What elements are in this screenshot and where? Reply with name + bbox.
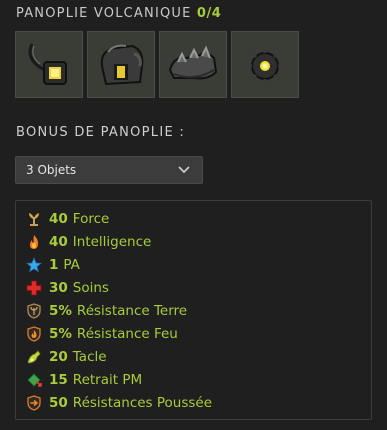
- item-slot-amulet[interactable]: [15, 31, 83, 98]
- ap-star-icon: [26, 257, 42, 273]
- stat-row-soins: 30 Soins: [26, 277, 109, 299]
- panoply-count: 0/4: [196, 6, 222, 21]
- stat-label: Résistances Poussée: [72, 395, 213, 411]
- stat-value: 20: [49, 349, 68, 365]
- chevron-down-icon: [178, 166, 190, 174]
- stat-value: 5%: [49, 303, 72, 319]
- stat-row-pa: 1 PA: [26, 254, 80, 276]
- item-slot-backpack[interactable]: [87, 31, 155, 98]
- stat-row-res-feu: 5% Résistance Feu: [26, 323, 178, 345]
- panoply-items: [15, 31, 299, 98]
- stat-value: 40: [49, 211, 68, 227]
- panoply-name: PANOPLIE VOLCANIQUE: [16, 6, 192, 21]
- stat-value: 1: [49, 257, 59, 273]
- stat-label: Retrait PM: [72, 372, 143, 388]
- mp-removal-icon: [27, 373, 42, 387]
- lock-icon: [27, 350, 41, 364]
- stat-value: 50: [49, 395, 68, 411]
- item-slot-belt[interactable]: [231, 31, 299, 98]
- intelligence-icon: [30, 235, 39, 249]
- boots-icon: [168, 45, 218, 79]
- stat-row-res-poussee: 50 Résistances Poussée: [26, 392, 212, 414]
- stat-label: Résistance Terre: [76, 303, 188, 319]
- stat-label: Tacle: [72, 349, 107, 365]
- bonus-label: BONUS DE PANOPLIE :: [16, 125, 186, 140]
- bonus-tier-value: 3 Objets: [26, 163, 77, 177]
- stat-value: 5%: [49, 326, 72, 342]
- stat-label: Force: [72, 211, 110, 227]
- bonus-tier-select[interactable]: 3 Objets: [15, 156, 203, 184]
- stat-label: Intelligence: [72, 234, 152, 250]
- backpack-icon: [100, 44, 144, 85]
- stat-row-res-terre: 5% Résistance Terre: [26, 300, 187, 322]
- stat-value: 30: [49, 280, 68, 296]
- stat-label: Soins: [72, 280, 109, 296]
- stat-row-force: 40 Force: [26, 208, 109, 230]
- stat-value: 15: [49, 372, 68, 388]
- earth-resistance-icon: [27, 303, 41, 319]
- stat-label: PA: [63, 257, 80, 273]
- heal-cross-icon: [26, 280, 42, 296]
- item-slot-boots[interactable]: [159, 31, 227, 98]
- stat-label: Résistance Feu: [76, 326, 178, 342]
- bonus-stats-panel: 40 Force 40 Intelligence 1 PA 30 Soins 5…: [15, 200, 372, 420]
- stat-value: 40: [49, 234, 68, 250]
- belt-icon: [244, 43, 286, 88]
- fire-resistance-icon: [27, 326, 41, 342]
- strength-icon: [29, 213, 39, 226]
- stat-row-tacle: 20 Tacle: [26, 346, 107, 368]
- amulet-icon: [28, 42, 67, 85]
- pushback-resistance-icon: [27, 395, 41, 411]
- panoply-title: PANOPLIE VOLCANIQUE 0/4: [16, 6, 221, 21]
- stat-row-retrait-pm: 15 Retrait PM: [26, 369, 142, 391]
- stat-row-intelligence: 40 Intelligence: [26, 231, 151, 253]
